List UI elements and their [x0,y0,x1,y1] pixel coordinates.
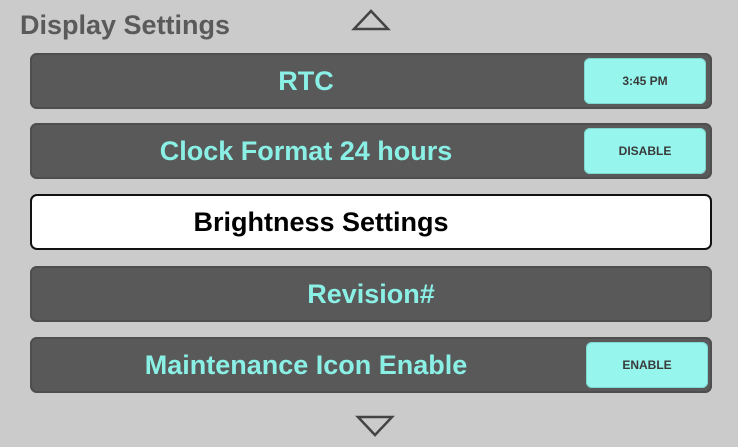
menu-item-label: Revision# [307,278,435,309]
menu-item-rtc[interactable]: RTC 3:45 PM [30,53,712,109]
menu-item-label: Maintenance Icon Enable [144,349,468,380]
page-title: Display Settings [20,10,231,40]
menu-item-clock-format[interactable]: Clock Format 24 hours DISABLE [30,123,712,179]
menu-item-label: Brightness Settings [193,206,449,237]
clock-format-toggle-button[interactable]: DISABLE [584,128,706,174]
display-settings-screen: Display Settings RTC 3:45 PM Clock Forma… [0,0,738,447]
menu-item-label: Clock Format 24 hours [159,135,453,166]
rtc-value-button[interactable]: 3:45 PM [584,58,706,104]
menu-item-revision[interactable]: Revision# [30,266,712,322]
maintenance-icon-toggle-button[interactable]: ENABLE [586,342,708,388]
triangle-down-icon[interactable] [355,414,395,438]
menu-item-maintenance-icon[interactable]: Maintenance Icon Enable ENABLE [30,337,712,393]
triangle-up-icon[interactable] [351,8,391,32]
menu-item-brightness[interactable]: Brightness Settings [30,194,712,250]
menu-item-label: RTC [278,65,334,96]
